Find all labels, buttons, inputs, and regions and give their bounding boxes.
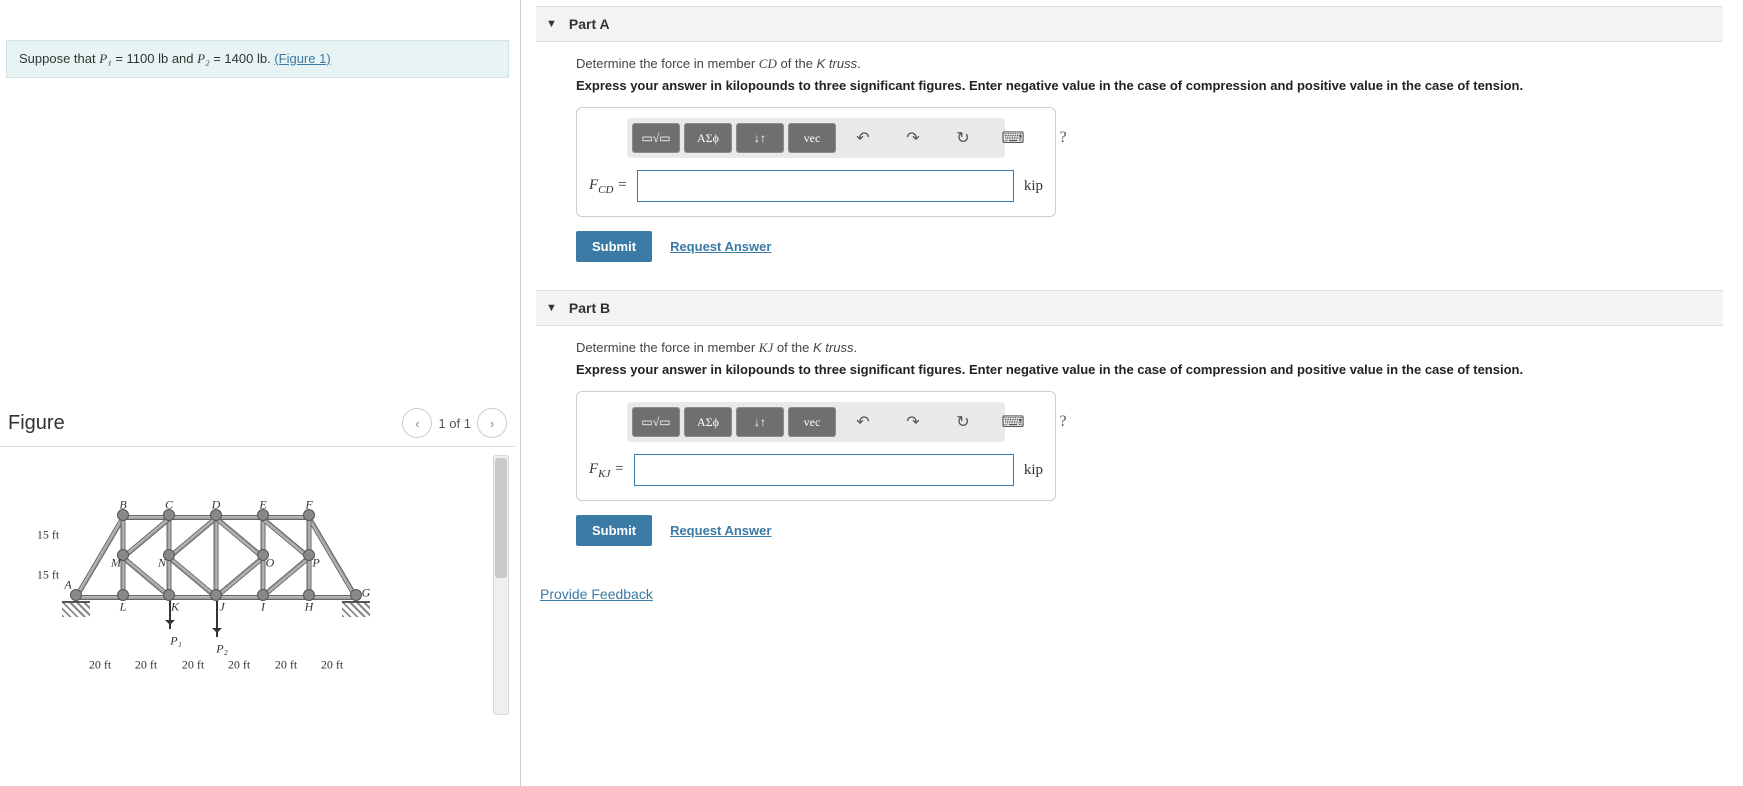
prompt-text: Suppose that	[19, 51, 99, 66]
part-a-title: Part A	[569, 16, 610, 32]
figure-image: B C D E F A L K J I H G M N O P P₁	[6, 455, 493, 715]
help-icon[interactable]: ?	[1040, 408, 1086, 436]
figure-page-indicator: 1 of 1	[438, 416, 471, 431]
figure-heading: Figure	[8, 412, 65, 435]
undo-icon[interactable]: ↶	[840, 408, 886, 436]
part-b-variable: FKJ =	[589, 461, 624, 480]
part-b-unit: kip	[1024, 462, 1043, 479]
redo-icon[interactable]: ↷	[890, 124, 936, 152]
figure-pager: ‹ 1 of 1 ›	[402, 408, 507, 438]
part-b-header[interactable]: ▼ Part B	[536, 290, 1723, 326]
figure-next-button[interactable]: ›	[477, 408, 507, 438]
part-a-unit: kip	[1024, 178, 1043, 195]
part-a-submit-button[interactable]: Submit	[576, 231, 652, 262]
part-a-header[interactable]: ▼ Part A	[536, 6, 1723, 42]
pane-divider	[520, 0, 521, 786]
part-a-answer-box: ▭√▭ ΑΣϕ ↓↑ vec ↶ ↷ ↻ ⌨ ? FCD = kip	[576, 107, 1056, 217]
part-b-request-answer-link[interactable]: Request Answer	[670, 523, 771, 538]
equation-toolbar: ▭√▭ ΑΣϕ ↓↑ vec ↶ ↷ ↻ ⌨ ?	[627, 402, 1005, 442]
reset-icon[interactable]: ↻	[940, 408, 986, 436]
equation-toolbar: ▭√▭ ΑΣϕ ↓↑ vec ↶ ↷ ↻ ⌨ ?	[627, 118, 1005, 158]
problem-statement: Suppose that P₁ = 1100 lb and P₂ = 1400 …	[6, 40, 509, 78]
keyboard-icon[interactable]: ⌨	[990, 408, 1036, 436]
figure-scrollbar[interactable]	[493, 455, 509, 715]
part-b-title: Part B	[569, 300, 610, 316]
caret-down-icon: ▼	[546, 18, 557, 30]
swap-icon[interactable]: ↓↑	[736, 123, 784, 153]
part-b-answer-input[interactable]	[634, 454, 1014, 486]
reset-icon[interactable]: ↻	[940, 124, 986, 152]
provide-feedback-link[interactable]: Provide Feedback	[540, 586, 653, 602]
part-a-variable: FCD =	[589, 177, 627, 196]
part-a-hint: Express your answer in kilopounds to thr…	[576, 78, 1713, 93]
part-b-question: Determine the force in member KJ of the …	[576, 340, 1713, 356]
p1-symbol: P₁	[99, 51, 111, 66]
keyboard-icon[interactable]: ⌨	[990, 124, 1036, 152]
redo-icon[interactable]: ↷	[890, 408, 936, 436]
part-b-answer-box: ▭√▭ ΑΣϕ ↓↑ vec ↶ ↷ ↻ ⌨ ? FKJ = kip	[576, 391, 1056, 501]
part-b-submit-button[interactable]: Submit	[576, 515, 652, 546]
figure-link[interactable]: (Figure 1)	[274, 51, 330, 66]
figure-prev-button[interactable]: ‹	[402, 408, 432, 438]
caret-down-icon: ▼	[546, 302, 557, 314]
template-icon[interactable]: ▭√▭	[632, 407, 680, 437]
part-a-answer-input[interactable]	[637, 170, 1014, 202]
undo-icon[interactable]: ↶	[840, 124, 886, 152]
greek-icon[interactable]: ΑΣϕ	[684, 407, 732, 437]
greek-icon[interactable]: ΑΣϕ	[684, 123, 732, 153]
vec-icon[interactable]: vec	[788, 407, 836, 437]
part-a-request-answer-link[interactable]: Request Answer	[670, 239, 771, 254]
part-a-question: Determine the force in member CD of the …	[576, 56, 1713, 72]
help-icon[interactable]: ?	[1040, 124, 1086, 152]
template-icon[interactable]: ▭√▭	[632, 123, 680, 153]
p2-symbol: P₂	[197, 51, 209, 66]
swap-icon[interactable]: ↓↑	[736, 407, 784, 437]
vec-icon[interactable]: vec	[788, 123, 836, 153]
part-b-hint: Express your answer in kilopounds to thr…	[576, 362, 1713, 377]
